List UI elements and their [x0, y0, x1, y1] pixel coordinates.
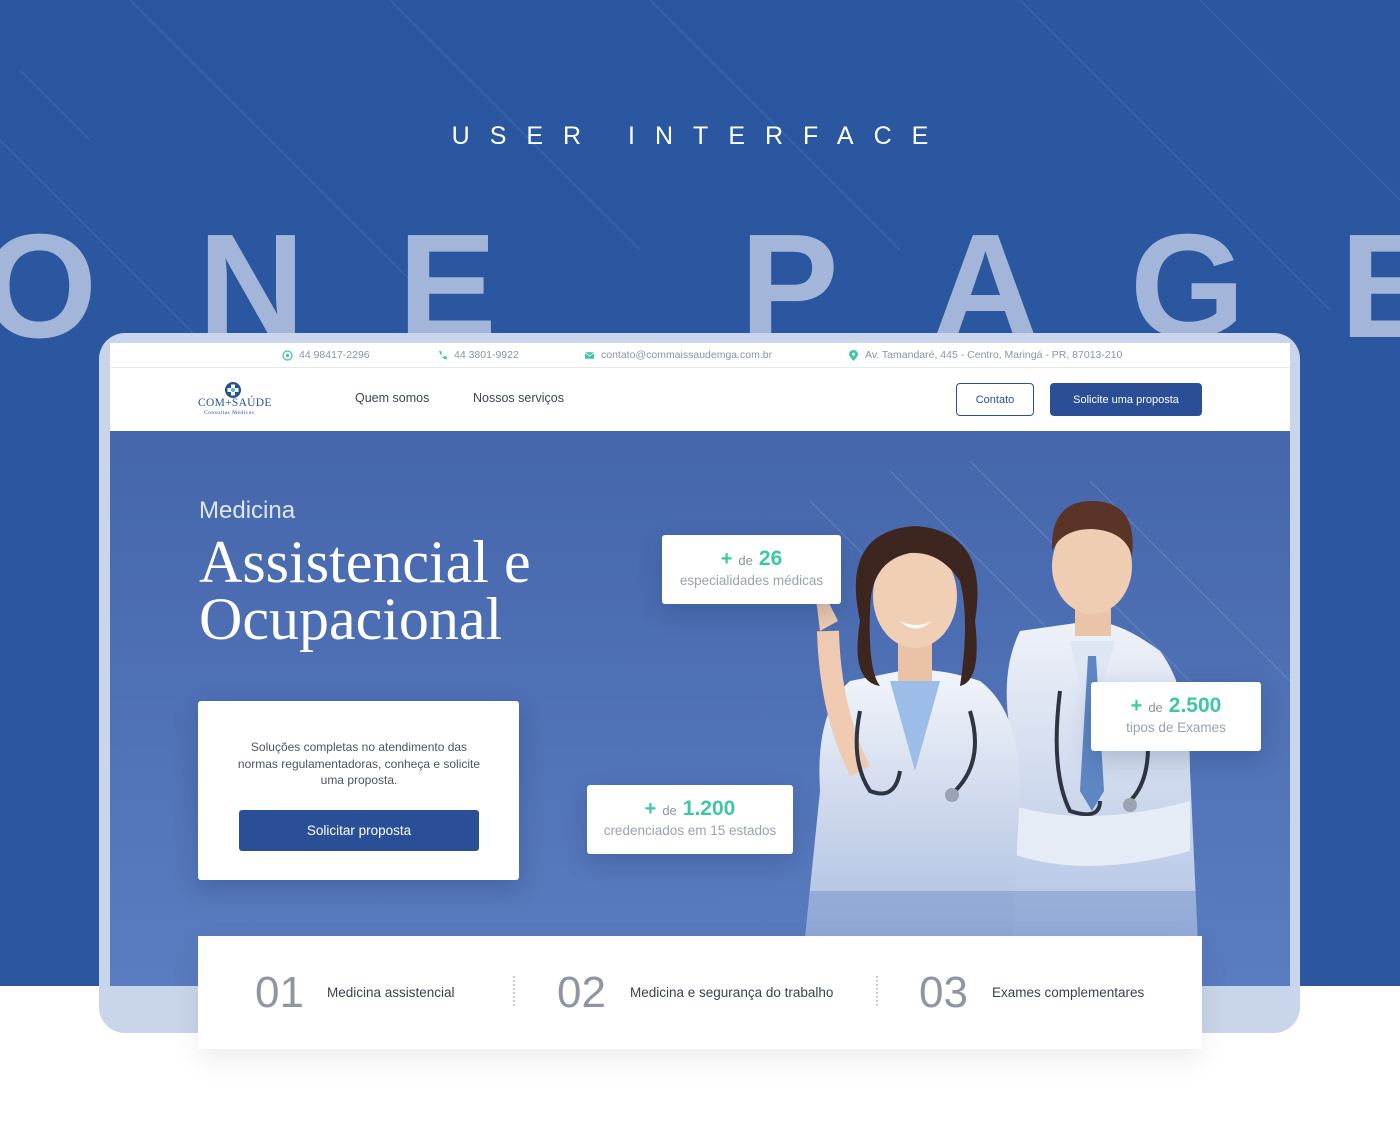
stat-label: tipos de Exames: [1126, 720, 1226, 735]
service-number: 02: [557, 968, 606, 1017]
email-address: contato@commaissaudemga.com.br: [601, 349, 773, 361]
big-title-letter: O: [0, 222, 98, 352]
website-screen: 44 98417-2296 44 3801-9922 contato@comma…: [110, 343, 1290, 986]
nav-link-quem-somos[interactable]: Quem somos: [355, 391, 429, 405]
big-title-letter: E: [1340, 222, 1400, 352]
stat-prefix: de: [1148, 700, 1163, 715]
logo-tagline: Consultas Médicas: [204, 410, 255, 416]
cta-description: Soluções completas no atendimento das no…: [237, 740, 481, 787]
hero-section: Medicina Assistencial e Ocupacional Solu…: [110, 431, 1290, 986]
stat-label: especialidades médicas: [679, 573, 824, 588]
email-contact[interactable]: contato@commaissaudemga.com.br: [584, 349, 772, 361]
whatsapp-number: 44 98417-2296: [299, 349, 370, 361]
request-proposal-button[interactable]: Solicite uma proposta: [1050, 383, 1202, 416]
main-navbar: COM+SAÚDE Consultas Médicas Quem somos N…: [110, 368, 1290, 431]
stat-card-specialties: + de 26 especialidades médicas: [662, 535, 841, 604]
stat-label: credenciados em 15 estados: [603, 823, 777, 838]
contact-topbar: 44 98417-2296 44 3801-9922 contato@comma…: [110, 343, 1290, 368]
phone-contact[interactable]: 44 3801-9922: [437, 349, 519, 361]
mail-icon: [584, 350, 595, 361]
whatsapp-contact[interactable]: 44 98417-2296: [282, 349, 370, 361]
hero-eyebrow: Medicina: [199, 497, 296, 524]
phone-number: 44 3801-9922: [454, 349, 519, 361]
stat-prefix: de: [662, 803, 677, 818]
request-proposal-cta-button[interactable]: Solicitar proposta: [239, 810, 479, 851]
address-contact[interactable]: Av. Tamandaré, 445 - Centro, Maringá - P…: [848, 349, 1122, 361]
address-text: Av. Tamandaré, 445 - Centro, Maringá - P…: [865, 349, 1123, 361]
hero-cta-card: Soluções completas no atendimento das no…: [198, 701, 519, 880]
service-divider: [513, 976, 515, 1006]
stat-value: 1.200: [682, 797, 736, 820]
stat-value: 2.500: [1168, 694, 1222, 717]
service-divider: [876, 976, 878, 1006]
phone-icon: [437, 350, 448, 361]
logo-wordmark: COM+SAÚDE: [198, 397, 272, 409]
contact-button[interactable]: Contato: [956, 383, 1034, 416]
stat-value: 26: [758, 547, 783, 570]
services-strip: 01 Medicina assistencial 02 Medicina e s…: [198, 936, 1202, 1049]
service-number: 03: [919, 968, 968, 1017]
stat-card-exams: + de 2.500 tipos de Exames: [1091, 682, 1261, 751]
whatsapp-icon: [282, 349, 293, 361]
service-label-medicina-assistencial[interactable]: Medicina assistencial: [327, 985, 455, 1000]
showcase-kicker: USER INTERFACE: [451, 122, 949, 150]
hero-headline: Assistencial e Ocupacional: [199, 529, 531, 652]
location-pin-icon: [848, 349, 859, 361]
plus-icon: +: [1130, 695, 1143, 717]
brand-logo[interactable]: COM+SAÚDE Consultas Médicas: [196, 380, 276, 420]
nav-link-nossos-servicos[interactable]: Nossos serviços: [473, 391, 564, 405]
stat-card-accredited: + de 1.200 credenciados em 15 estados: [587, 785, 793, 854]
service-label-exames-complementares[interactable]: Exames complementares: [992, 985, 1144, 1000]
service-number: 01: [255, 968, 304, 1017]
plus-icon: +: [644, 798, 657, 820]
stat-prefix: de: [738, 553, 753, 568]
service-label-seguranca-trabalho[interactable]: Medicina e segurança do trabalho: [630, 985, 833, 1000]
plus-icon: +: [720, 548, 733, 570]
